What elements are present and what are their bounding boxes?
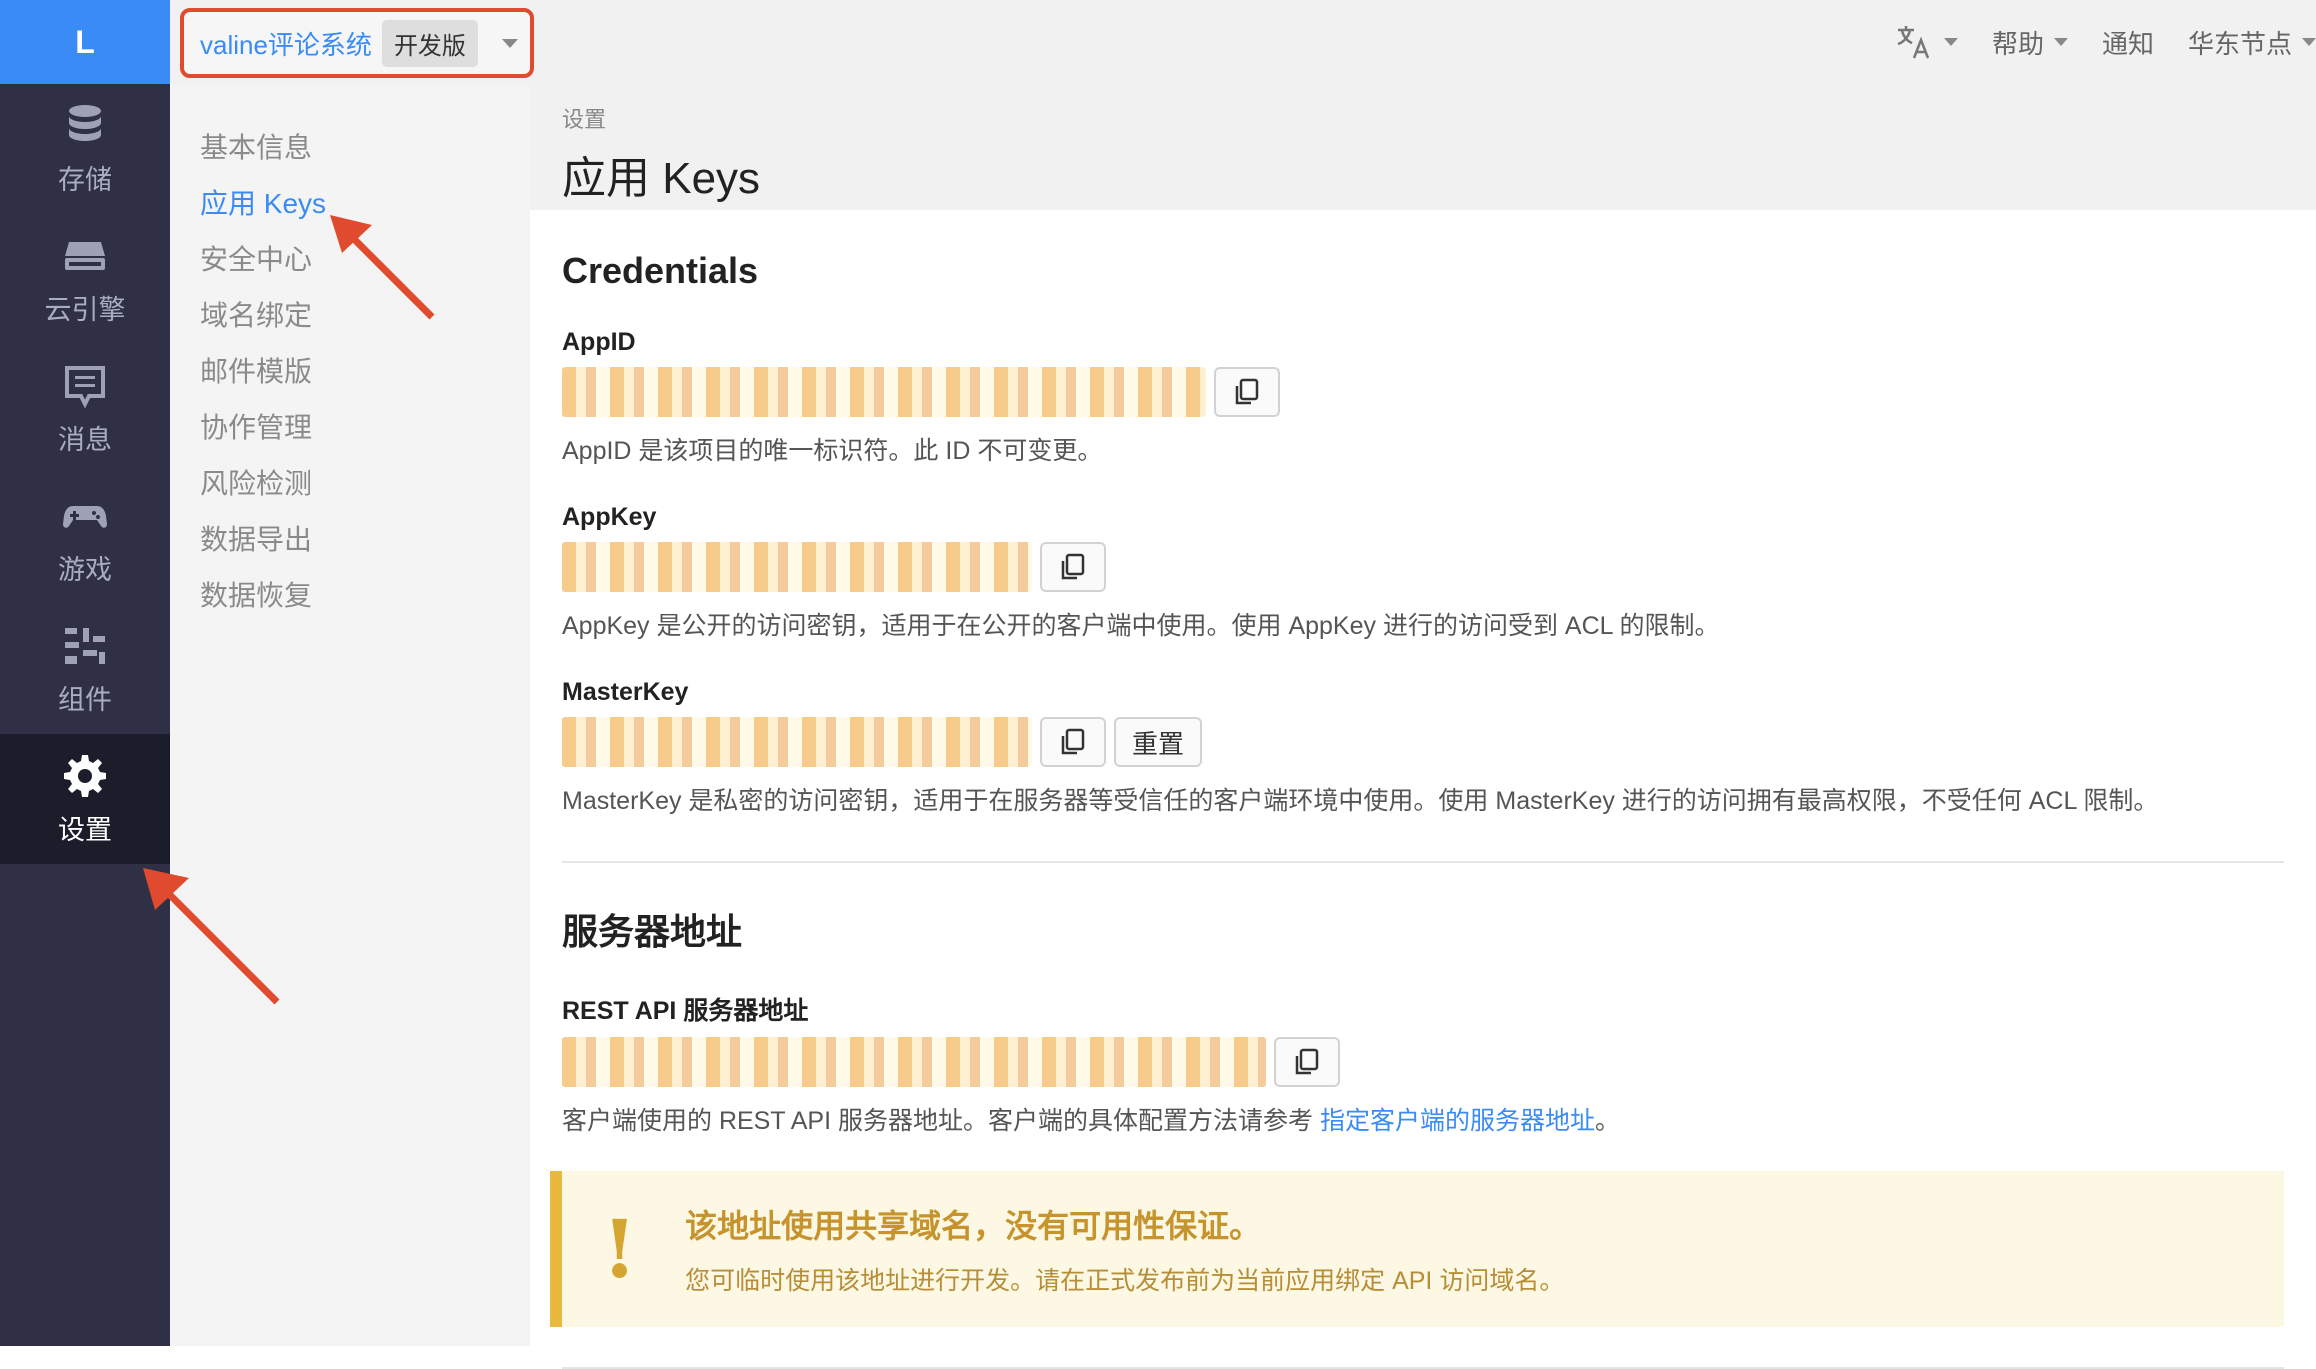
appid-value-masked bbox=[562, 367, 1206, 417]
keys-content: Credentials AppID AppID 是该项目的唯一标识符。此 ID … bbox=[530, 250, 2316, 1369]
appkey-row bbox=[562, 542, 2284, 592]
copy-appkey-button[interactable] bbox=[1040, 542, 1106, 592]
rail-item-messages[interactable]: 消息 bbox=[0, 344, 170, 474]
copy-appid-button[interactable] bbox=[1214, 367, 1280, 417]
masterkey-label: MasterKey bbox=[562, 678, 689, 706]
chevron-down-icon bbox=[1943, 38, 1958, 46]
rail-item-components[interactable]: 组件 bbox=[0, 604, 170, 734]
subnav-item-risk-detection[interactable]: 风险检测 bbox=[170, 456, 530, 512]
annotation-arrow-icon bbox=[330, 215, 435, 320]
appkey-label: AppKey bbox=[562, 503, 657, 531]
chevron-down-icon bbox=[501, 38, 518, 48]
rail-item-settings[interactable]: 设置 bbox=[0, 734, 170, 864]
copy-icon bbox=[1061, 553, 1085, 580]
rest-api-help-suffix: 。 bbox=[1594, 1107, 1620, 1135]
page-title: 应用 Keys bbox=[562, 154, 761, 203]
credentials-title: Credentials bbox=[562, 250, 759, 291]
env-badge: 开发版 bbox=[381, 19, 478, 67]
rail-item-label: 组件 bbox=[58, 684, 112, 715]
rail-item-label: 游戏 bbox=[58, 554, 112, 585]
app-name: valine评论系统 bbox=[200, 29, 372, 60]
main-content: 设置 应用 Keys Credentials AppID AppID 是该项目的… bbox=[530, 84, 2316, 1369]
gear-icon bbox=[64, 754, 106, 797]
app-switcher[interactable]: valine评论系统 开发版 bbox=[180, 8, 534, 78]
shared-domain-warning: ! 该地址使用共享域名，没有可用性保证。 您可临时使用该地址进行开发。请在正式发… bbox=[550, 1171, 2284, 1327]
notifications-label: 通知 bbox=[2101, 28, 2154, 59]
server-title: 服务器地址 bbox=[562, 911, 743, 952]
top-bar: valine评论系统 开发版 帮助 通知 华东节点 bbox=[170, 0, 2316, 84]
language-menu[interactable] bbox=[1894, 22, 1958, 62]
rail-item-storage[interactable]: 存储 bbox=[0, 84, 170, 214]
server-icon bbox=[65, 241, 105, 270]
main-nav-rail: L 存储 云引擎 消息 游戏 组件 设置 bbox=[0, 0, 170, 1346]
copy-icon bbox=[1235, 378, 1259, 405]
help-label: 帮助 bbox=[1991, 28, 2044, 59]
appkey-value-masked bbox=[562, 542, 1032, 592]
alert-title: 该地址使用共享域名，没有可用性保证。 bbox=[685, 1208, 1262, 1244]
translate-icon bbox=[1897, 26, 1930, 59]
app-logo[interactable]: L bbox=[0, 0, 170, 84]
appid-help: AppID 是该项目的唯一标识符。此 ID 不可变更。 bbox=[562, 437, 1103, 465]
page-header: 设置 应用 Keys bbox=[530, 84, 2316, 210]
subnav-item-data-restore[interactable]: 数据恢复 bbox=[170, 568, 530, 624]
annotation-arrow-icon bbox=[143, 868, 280, 1005]
chevron-down-icon bbox=[2302, 38, 2316, 46]
rest-api-help-text: 客户端使用的 REST API 服务器地址。客户端的具体配置方法请参考 bbox=[562, 1107, 1313, 1135]
subnav-item-data-export[interactable]: 数据导出 bbox=[170, 512, 530, 568]
rail-item-label: 云引擎 bbox=[44, 294, 126, 325]
rail-item-label: 消息 bbox=[58, 424, 112, 455]
copy-icon bbox=[1295, 1048, 1319, 1075]
rest-api-row bbox=[562, 1037, 2284, 1087]
logo-text: L bbox=[75, 23, 95, 60]
masterkey-help: MasterKey 是私密的访问密钥，适用于在服务器等受信任的客户端环境中使用。… bbox=[562, 787, 2159, 815]
alert-text: 该地址使用共享域名，没有可用性保证。 您可临时使用该地址进行开发。请在正式发布前… bbox=[685, 1201, 1564, 1297]
rest-api-label: REST API 服务器地址 bbox=[562, 997, 809, 1025]
copy-icon bbox=[1061, 728, 1085, 755]
rail-item-cloud-engine[interactable]: 云引擎 bbox=[0, 214, 170, 344]
subnav-item-email-templates[interactable]: 邮件模版 bbox=[170, 344, 530, 400]
copy-masterkey-button[interactable] bbox=[1040, 717, 1106, 767]
notifications-link[interactable]: 通知 bbox=[2102, 24, 2154, 61]
masterkey-row: 重置 bbox=[562, 717, 2284, 767]
section-divider bbox=[562, 861, 2284, 863]
subnav-item-collaboration[interactable]: 协作管理 bbox=[170, 400, 530, 456]
gamepad-icon bbox=[63, 505, 107, 528]
rail-item-label: 存储 bbox=[58, 164, 112, 195]
chevron-down-icon bbox=[2053, 38, 2068, 46]
breadcrumb[interactable]: 设置 bbox=[562, 102, 2316, 134]
client-server-config-link[interactable]: 指定客户端的服务器地址 bbox=[1320, 1107, 1595, 1135]
rail-item-games[interactable]: 游戏 bbox=[0, 474, 170, 604]
appkey-help: AppKey 是公开的访问密钥，适用于在公开的客户端中使用。使用 AppKey … bbox=[562, 612, 1720, 640]
help-menu[interactable]: 帮助 bbox=[1992, 24, 2068, 61]
rest-api-help: 客户端使用的 REST API 服务器地址。客户端的具体配置方法请参考 指定客户… bbox=[562, 1101, 2284, 1137]
alert-body: 您可临时使用该地址进行开发。请在正式发布前为当前应用绑定 API 访问域名。 bbox=[685, 1267, 1565, 1295]
exclamation-icon: ! bbox=[602, 1202, 638, 1296]
top-right-menu: 帮助 通知 华东节点 bbox=[1894, 0, 2316, 84]
rail-item-label: 设置 bbox=[58, 814, 112, 845]
appid-row bbox=[562, 367, 2284, 417]
message-icon bbox=[65, 365, 105, 408]
appid-label: AppID bbox=[562, 328, 636, 356]
database-icon bbox=[69, 104, 101, 141]
components-icon bbox=[65, 627, 105, 664]
subnav-item-basic-info[interactable]: 基本信息 bbox=[170, 120, 530, 176]
region-label: 华东节点 bbox=[2187, 28, 2292, 59]
masterkey-value-masked bbox=[562, 717, 1032, 767]
region-menu[interactable]: 华东节点 bbox=[2188, 24, 2316, 61]
rest-api-value-masked bbox=[562, 1037, 1266, 1087]
reset-masterkey-button[interactable]: 重置 bbox=[1114, 717, 1203, 767]
copy-rest-api-button[interactable] bbox=[1274, 1037, 1340, 1087]
